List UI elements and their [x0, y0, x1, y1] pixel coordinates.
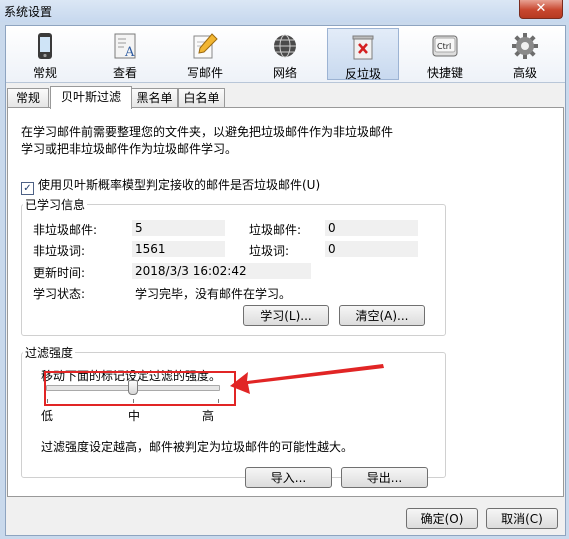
- toolbar-item-compose[interactable]: 写邮件: [169, 28, 241, 80]
- phone-icon: [38, 33, 52, 59]
- non-spam-word-value: 1561: [132, 241, 225, 257]
- learn-status-label: 学习状态:: [33, 287, 86, 301]
- gear-icon: [512, 33, 538, 59]
- keyboard-ctrl-icon: Ctrl: [432, 35, 458, 57]
- filter-description: 过滤强度设定越高，邮件被判定为垃圾邮件的可能性越大。: [41, 440, 354, 454]
- clear-button[interactable]: 清空(A)...: [339, 305, 425, 326]
- close-icon: ✕: [535, 1, 547, 16]
- tab-whitelist[interactable]: 白名单: [178, 88, 225, 108]
- cancel-button[interactable]: 取消(C): [486, 508, 558, 529]
- annotation-highlight-box: [44, 371, 236, 406]
- slider-mid-label: 中: [128, 409, 141, 423]
- tab-blacklist[interactable]: 黑名单: [131, 88, 178, 108]
- toolbar-item-view[interactable]: A 查看: [89, 28, 161, 80]
- toolbar-label: 常规: [32, 66, 57, 80]
- dialog-footer: 确定(O) 取消(C): [6, 498, 565, 535]
- non-spam-mail-label: 非垃圾邮件:: [33, 223, 98, 237]
- toolbar-label: 网络: [272, 66, 297, 80]
- non-spam-mail-value: 5: [132, 220, 225, 236]
- learned-info-legend: 已学习信息: [23, 196, 88, 213]
- pencil-icon: [193, 33, 218, 59]
- toolbar-item-network[interactable]: 网络: [249, 28, 321, 80]
- annotation-arrow-icon: [230, 364, 384, 394]
- learn-button[interactable]: 学习(L)...: [243, 305, 329, 326]
- slider-high-label: 高: [202, 409, 215, 423]
- title-bar: 系统设置 ✕: [0, 0, 569, 22]
- globe-icon: [274, 34, 296, 58]
- use-bayes-row[interactable]: ✓ 使用贝叶斯概率模型判定接收的邮件是否垃圾邮件(U): [21, 176, 320, 195]
- window-title: 系统设置: [4, 5, 53, 19]
- spam-mail-value: 0: [325, 220, 418, 236]
- toolbar-item-advanced[interactable]: 高级: [489, 28, 561, 80]
- spam-word-value: 0: [325, 241, 418, 257]
- use-bayes-label: 使用贝叶斯概率模型判定接收的邮件是否垃圾邮件(U): [38, 178, 321, 192]
- non-spam-word-label: 非垃圾词:: [33, 244, 86, 258]
- use-bayes-checkbox[interactable]: ✓: [21, 182, 34, 195]
- settings-window: 常规 A 查看 写邮件 网络 反垃圾 Ctrl 快捷键 高级 常规 贝叶斯过滤 …: [5, 25, 566, 536]
- spam-word-label: 垃圾词:: [249, 244, 290, 258]
- import-button[interactable]: 导入...: [245, 467, 332, 488]
- svg-text:Ctrl: Ctrl: [437, 42, 451, 51]
- toolbar-item-antispam[interactable]: 反垃圾: [327, 28, 399, 81]
- slider-low-label: 低: [41, 409, 54, 423]
- update-time-label: 更新时间:: [33, 266, 86, 280]
- update-time-value: 2018/3/3 16:02:42: [132, 263, 311, 279]
- learn-status-value: 学习完毕，没有邮件在学习。: [135, 287, 292, 301]
- filter-strength-legend: 过滤强度: [23, 344, 76, 361]
- tab-bayes-filter[interactable]: 贝叶斯过滤: [50, 86, 132, 109]
- trash-icon: [352, 35, 374, 60]
- toolbar-label: 反垃圾: [344, 67, 381, 81]
- toolbar-item-general[interactable]: 常规: [9, 28, 81, 80]
- category-toolbar: 常规 A 查看 写邮件 网络 反垃圾 Ctrl 快捷键 高级: [6, 26, 565, 83]
- toolbar-label: 查看: [112, 66, 137, 80]
- toolbar-label: 写邮件: [186, 66, 223, 80]
- book-icon: A: [114, 33, 136, 60]
- bayes-filter-panel: 在学习邮件前需要整理您的文件夹，以避免把垃圾邮件作为非垃圾邮件学习或把非垃圾邮件…: [7, 107, 564, 497]
- toolbar-label: 快捷键: [426, 66, 463, 80]
- svg-text:A: A: [124, 45, 135, 60]
- tab-general[interactable]: 常规: [7, 88, 49, 108]
- intro-text: 在学习邮件前需要整理您的文件夹，以避免把垃圾邮件作为非垃圾邮件学习或把非垃圾邮件…: [21, 125, 394, 156]
- spam-mail-label: 垃圾邮件:: [249, 223, 302, 237]
- toolbar-item-shortcuts[interactable]: Ctrl 快捷键: [409, 28, 481, 80]
- close-button[interactable]: ✕: [519, 0, 563, 19]
- export-button[interactable]: 导出...: [341, 467, 428, 488]
- toolbar-label: 高级: [512, 66, 537, 80]
- ok-button[interactable]: 确定(O): [406, 508, 478, 529]
- checkmark-icon: ✓: [23, 183, 32, 194]
